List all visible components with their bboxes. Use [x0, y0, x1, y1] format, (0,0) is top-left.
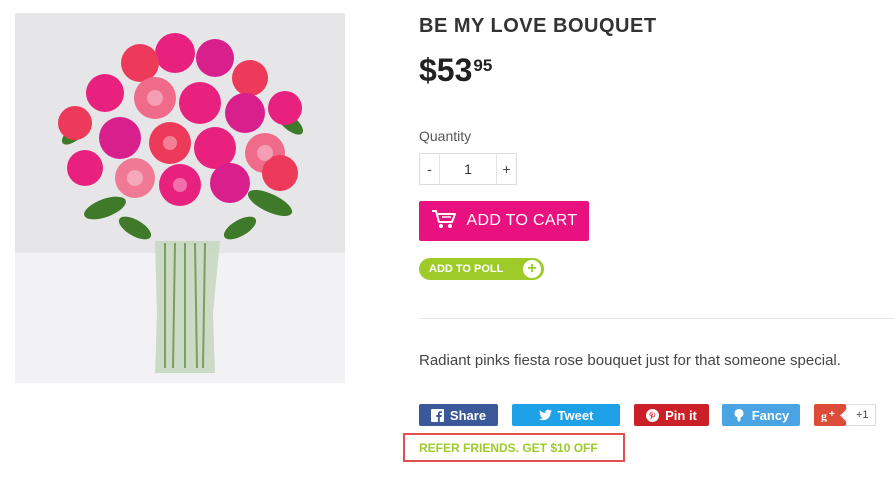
add-to-poll-label: ADD TO POLL: [429, 263, 504, 275]
fancy-icon: [733, 408, 746, 422]
quantity-stepper: - 1 +: [419, 153, 517, 185]
facebook-share-label: Share: [449, 407, 487, 423]
google-plus-count: +1: [846, 404, 876, 426]
pinterest-pin-label: Pin it: [665, 407, 697, 423]
price-main: $53: [419, 52, 473, 88]
pinterest-pin-button[interactable]: Pin it: [634, 404, 709, 426]
quantity-input[interactable]: 1: [439, 154, 497, 184]
quantity-decrease-button[interactable]: -: [420, 154, 439, 184]
product-title: BE MY LOVE BOUQUET: [419, 15, 657, 37]
fancy-button[interactable]: Fancy: [722, 404, 800, 426]
svg-text:+: +: [829, 409, 835, 420]
svg-text:g: g: [821, 409, 827, 422]
pinterest-icon: [646, 408, 660, 422]
twitter-tweet-label: Tweet: [557, 407, 594, 423]
google-plus-icon: g +: [821, 409, 839, 422]
refer-friends-link[interactable]: REFER FRIENDS. GET $10 OFF: [403, 433, 625, 462]
product-image: [15, 13, 345, 383]
divider: [419, 318, 894, 319]
price-cents: 95: [473, 56, 493, 75]
product-description: Radiant pinks fiesta rose bouquet just f…: [419, 352, 841, 369]
cart-icon: [431, 209, 457, 234]
quantity-label: Quantity: [419, 128, 472, 144]
twitter-icon: [538, 409, 552, 422]
quantity-increase-button[interactable]: +: [497, 154, 516, 184]
twitter-tweet-button[interactable]: Tweet: [512, 404, 620, 426]
facebook-icon: [430, 408, 444, 422]
add-to-cart-label: ADD TO CART: [466, 212, 578, 229]
product-price: $5395: [419, 54, 492, 86]
add-to-poll-button[interactable]: ADD TO POLL +: [419, 258, 544, 280]
facebook-share-button[interactable]: Share: [419, 404, 498, 426]
fancy-label: Fancy: [751, 407, 790, 423]
add-to-cart-button[interactable]: ADD TO CART: [419, 201, 589, 241]
plus-icon: +: [523, 260, 541, 278]
